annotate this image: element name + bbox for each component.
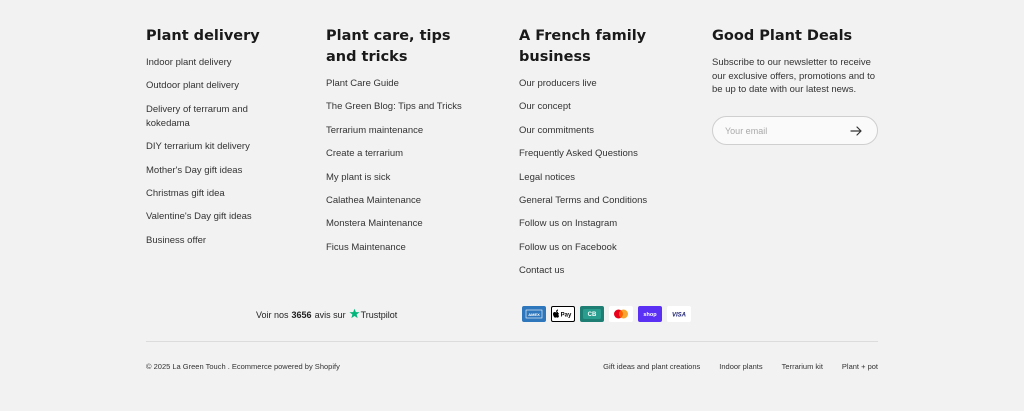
footer-link[interactable]: Legal notices [519,171,679,185]
copyright-text: © 2025 La Green Touch . Ecommerce powere… [146,362,340,371]
footer-link[interactable]: Monstera Maintenance [326,217,486,231]
footer-divider [146,341,878,342]
bottom-links: Gift ideas and plant creations Indoor pl… [603,362,878,371]
footer-link[interactable]: Follow us on Facebook [519,241,679,255]
bottom-link-plant-pot[interactable]: Plant + pot [842,362,878,371]
arrow-right-icon[interactable] [849,124,863,138]
bottom-link-terrarium-kit[interactable]: Terrarium kit [782,362,823,371]
amex-label: AMEX [528,312,540,317]
footer-link[interactable]: My plant is sick [326,171,486,185]
apple-pay-icon: Pay [551,306,575,322]
footer-link[interactable]: Terrarium maintenance [326,124,486,138]
footer-link[interactable]: Mother's Day gift ideas [146,164,276,178]
footer-link[interactable]: Business offer [146,234,276,248]
footer-column-family-business: A French family business Our producers l… [519,26,679,288]
visa-label: VISA [672,313,686,319]
column-title: Plant care, tips and tricks [326,28,451,65]
footer-link[interactable]: Indoor plant delivery [146,56,276,70]
apple-pay-label: Pay [561,313,572,319]
footer-column-newsletter: Good Plant Deals Subscribe to our newsle… [712,26,887,97]
shop-pay-label: shop [643,312,657,318]
footer-link[interactable]: Our concept [519,100,679,114]
link-list: Our producers live Our concept Our commi… [519,77,679,278]
trustpilot-logo: Trustpilot [349,308,398,321]
cb-card-icon: CB [580,306,604,322]
footer-link[interactable]: Ficus Maintenance [326,241,486,255]
link-list: Indoor plant delivery Outdoor plant deli… [146,56,276,248]
footer-link[interactable]: Delivery of terrarum and kokedama [146,103,276,131]
review-count: 3656 [291,309,312,320]
footer-link[interactable]: Outdoor plant delivery [146,79,276,93]
footer-link[interactable]: General Terms and Conditions [519,194,679,208]
trustpilot-brand-text: Trustpilot [360,309,398,320]
link-list: Plant Care Guide The Green Blog: Tips an… [326,77,486,255]
amex-card-icon: AMEX [522,306,546,322]
column-title: Plant delivery [146,28,260,44]
bottom-link-indoor-plants[interactable]: Indoor plants [719,362,762,371]
footer-link[interactable]: Our commitments [519,124,679,138]
cb-label: CB [588,312,597,318]
visa-card-icon: VISA [667,306,691,322]
footer-link[interactable]: Calathea Maintenance [326,194,486,208]
newsletter-description: Subscribe to our newsletter to receive o… [712,57,875,95]
footer-link[interactable]: Contact us [519,264,679,278]
column-title: A French family business [519,28,647,65]
trustpilot-prefix: Voir nos [256,309,289,320]
payment-methods: AMEX Pay CB shop VISA [522,306,691,322]
trustpilot-middle: avis sur [314,309,346,320]
footer-link[interactable]: DIY terrarium kit delivery [146,140,276,154]
star-icon [349,308,360,321]
shop-pay-icon: shop [638,306,662,322]
footer-link[interactable]: Frequently Asked Questions [519,147,679,161]
footer-column-plant-delivery: Plant delivery Indoor plant delivery Out… [146,26,276,257]
newsletter-form [712,116,878,145]
footer-link[interactable]: The Green Blog: Tips and Tricks [326,100,486,114]
footer-link[interactable]: Christmas gift idea [146,187,276,201]
footer-link[interactable]: Valentine's Day gift ideas [146,210,276,224]
bottom-link-gift-ideas[interactable]: Gift ideas and plant creations [603,362,700,371]
email-input[interactable] [725,123,845,139]
footer-link[interactable]: Follow us on Instagram [519,217,679,231]
mastercard-icon [609,306,633,322]
footer-link[interactable]: Create a terrarium [326,147,486,161]
footer-column-plant-care: Plant care, tips and tricks Plant Care G… [326,26,486,264]
footer-link[interactable]: Our producers live [519,77,679,91]
footer-link[interactable]: Plant Care Guide [326,77,486,91]
newsletter-title: Good Plant Deals [712,28,853,44]
trustpilot-widget[interactable]: Voir nos 3656 avis sur Trustpilot [256,308,397,321]
